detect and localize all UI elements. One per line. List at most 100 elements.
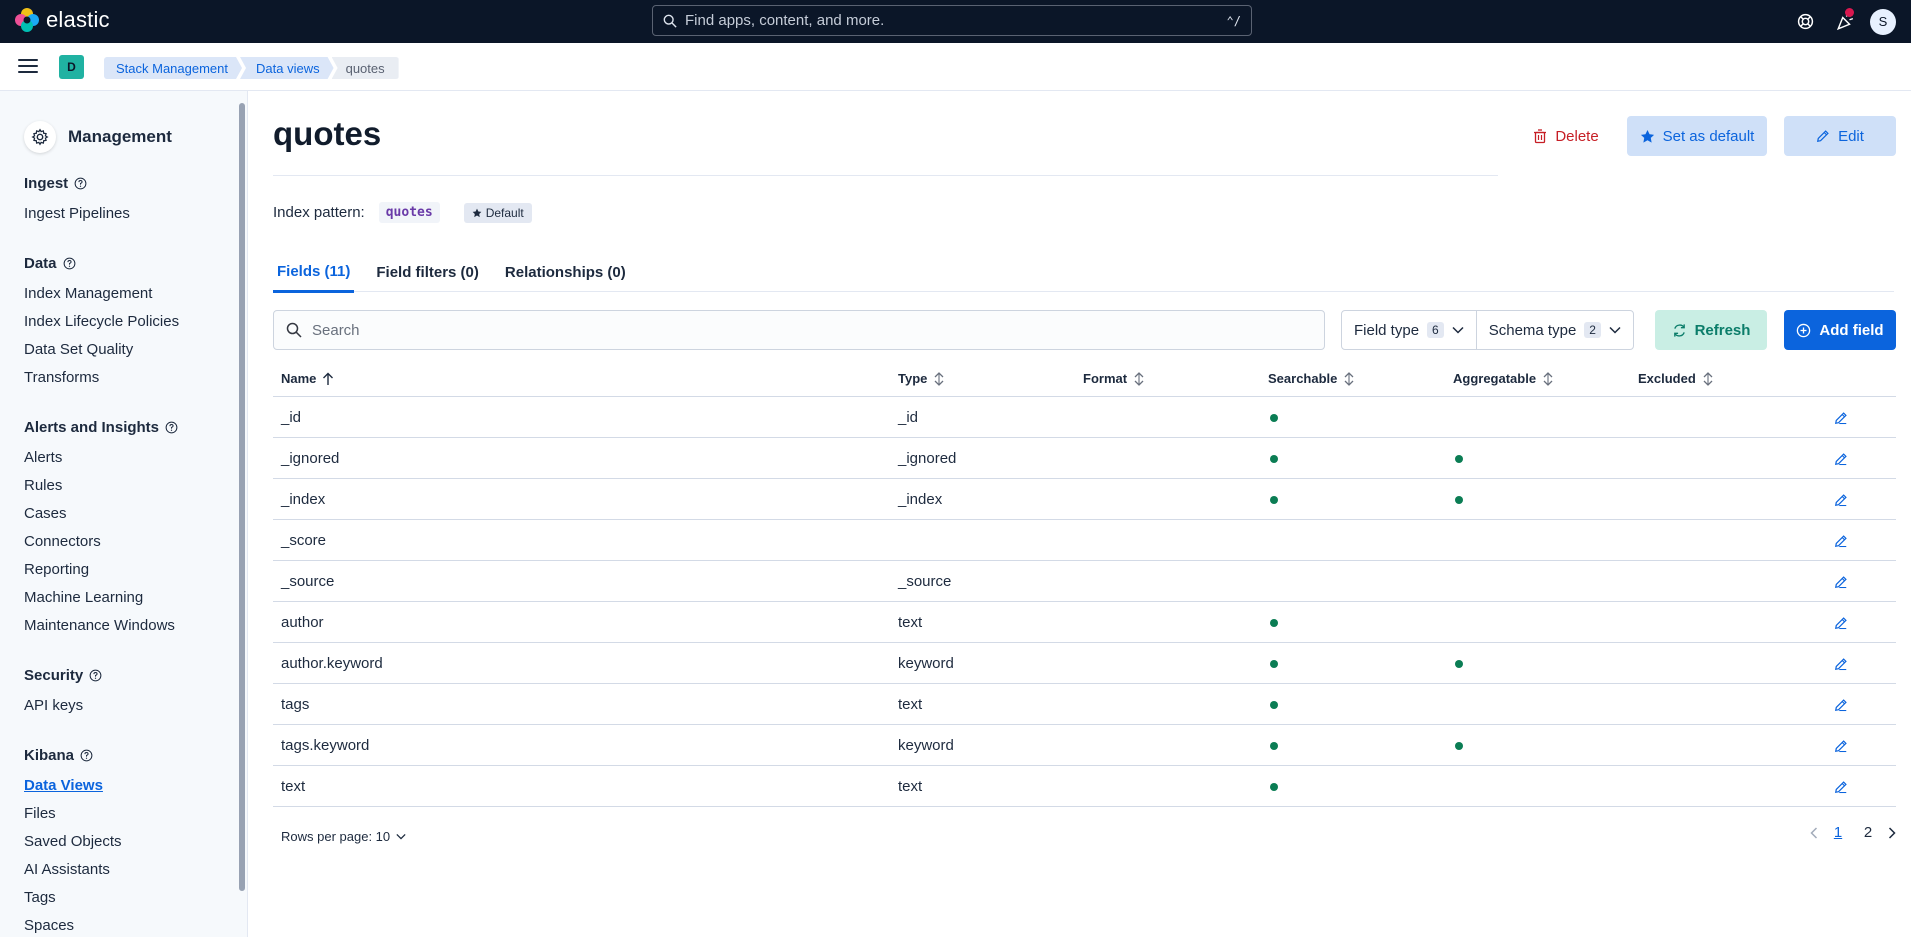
schema-type-filter[interactable]: Schema type 2 <box>1475 311 1633 349</box>
sidebar-item-transforms[interactable]: Transforms <box>24 369 99 386</box>
sortable-icon <box>1344 371 1354 386</box>
sidebar-item-connectors[interactable]: Connectors <box>24 533 101 550</box>
column-header-excluded[interactable]: Excluded <box>1638 371 1714 387</box>
sortable-icon <box>1543 371 1553 386</box>
searchable-cell <box>1270 479 1278 520</box>
edit-label: Edit <box>1838 127 1864 145</box>
chevron-left-icon[interactable] <box>1810 826 1818 839</box>
breadcrumb: Stack Management Data views quotes <box>104 57 399 79</box>
edit-field-button[interactable] <box>1834 684 1848 725</box>
edit-field-button[interactable] <box>1834 561 1848 602</box>
edit-field-button[interactable] <box>1834 520 1848 561</box>
question-icon[interactable] <box>74 177 87 190</box>
field-search[interactable] <box>273 310 1325 350</box>
tab-fields[interactable]: Fields (11) <box>273 252 355 293</box>
pencil-icon <box>1834 616 1847 629</box>
sidebar-item-spaces[interactable]: Spaces <box>24 917 74 934</box>
field-type-filter[interactable]: Field type 6 <box>1342 311 1476 349</box>
sidebar-title: Management <box>68 127 172 146</box>
tab-field-filters[interactable]: Field filters (0) <box>372 252 483 292</box>
pencil-icon <box>1834 411 1847 424</box>
edit-field-button[interactable] <box>1834 643 1848 684</box>
tab-relationships[interactable]: Relationships (0) <box>501 252 630 292</box>
chevron-right-icon[interactable] <box>1888 826 1896 839</box>
sidebar-item-reporting[interactable]: Reporting <box>24 561 89 578</box>
filter-group: Field type 6 Schema type 2 <box>1341 310 1634 350</box>
index-pattern-row: Index pattern: quotes Default <box>273 202 532 223</box>
refresh-button[interactable]: Refresh <box>1655 310 1767 350</box>
table-row: _id _id <box>273 397 1896 438</box>
edit-field-button[interactable] <box>1834 438 1848 479</box>
sidebar-item-ingest-pipelines[interactable]: Ingest Pipelines <box>24 205 130 222</box>
schema-type-label: Schema type <box>1488 321 1577 339</box>
sidebar-item-index-management[interactable]: Index Management <box>24 285 152 302</box>
edit-field-button[interactable] <box>1834 725 1848 766</box>
column-header-format[interactable]: Format <box>1083 371 1145 387</box>
question-icon[interactable] <box>80 749 93 762</box>
space-selector[interactable]: D <box>59 55 84 79</box>
page-1-button[interactable]: 1 <box>1828 824 1848 841</box>
user-menu-button[interactable]: S <box>1865 0 1911 43</box>
edit-field-button[interactable] <box>1834 602 1848 643</box>
sidebar-item-data-set-quality[interactable]: Data Set Quality <box>24 341 133 358</box>
edit-field-button[interactable] <box>1834 397 1848 438</box>
rows-per-page-selector[interactable]: Rows per page: 10 <box>281 829 406 844</box>
global-search[interactable]: ⌃/ <box>652 5 1252 36</box>
sidebar-item-data-views[interactable]: Data Views <box>24 777 103 794</box>
check-dot-icon <box>1270 495 1278 504</box>
sidebar-item-cases[interactable]: Cases <box>24 505 67 522</box>
rows-per-page-label: Rows per page: 10 <box>281 829 391 844</box>
breadcrumb-stack-management[interactable]: Stack Management <box>104 57 242 79</box>
table-row: _ignored _ignored <box>273 438 1896 479</box>
check-dot-icon <box>1455 659 1463 668</box>
question-icon[interactable] <box>63 257 76 270</box>
schema-type-count: 2 <box>1584 322 1601 338</box>
column-header-type[interactable]: Type <box>898 371 945 387</box>
edit-field-button[interactable] <box>1834 479 1848 520</box>
sidebar-scrollbar[interactable] <box>239 103 245 891</box>
set-default-button[interactable]: Set as default <box>1627 116 1767 156</box>
sidebar-item-files[interactable]: Files <box>24 805 56 822</box>
check-dot-icon <box>1270 454 1278 463</box>
check-dot-icon <box>1270 618 1278 627</box>
page-title: quotes <box>273 115 382 152</box>
elastic-logo-icon <box>15 8 39 32</box>
sidebar-item-maintenance-windows[interactable]: Maintenance Windows <box>24 617 175 634</box>
table-row: _source _source <box>273 561 1896 602</box>
sidebar-item-alerts[interactable]: Alerts <box>24 449 62 466</box>
column-header-name[interactable]: Name <box>281 371 334 386</box>
news-feed-button[interactable] <box>1825 0 1865 43</box>
sidebar-item-index-lifecycle-policies[interactable]: Index Lifecycle Policies <box>24 313 179 330</box>
management-header: Management <box>24 121 172 153</box>
sidebar-item-ai-assistants[interactable]: AI Assistants <box>24 861 110 878</box>
add-field-button[interactable]: Add field <box>1784 310 1896 350</box>
edit-button[interactable]: Edit <box>1784 116 1896 156</box>
column-label: Name <box>281 371 317 386</box>
help-menu-button[interactable] <box>1785 0 1825 43</box>
question-icon[interactable] <box>89 669 102 682</box>
nav-group-alerts-insights: Alerts and Insights <box>24 419 178 436</box>
check-dot-icon <box>1270 413 1278 422</box>
page-2-button[interactable]: 2 <box>1858 824 1878 841</box>
default-badge-label: Default <box>485 205 524 220</box>
global-search-input[interactable] <box>685 12 1219 29</box>
menu-toggle-button[interactable] <box>18 59 38 75</box>
breadcrumb-data-views[interactable]: Data views <box>240 57 334 79</box>
edit-field-button[interactable] <box>1834 766 1848 807</box>
question-icon[interactable] <box>165 421 178 434</box>
sidebar-item-api-keys[interactable]: API keys <box>24 697 83 714</box>
field-type-count: 6 <box>1427 322 1444 338</box>
field-name-cell: author.keyword <box>281 655 383 672</box>
sidebar-item-saved-objects[interactable]: Saved Objects <box>24 833 122 850</box>
column-header-aggregatable[interactable]: Aggregatable <box>1453 371 1554 387</box>
elastic-logo[interactable]: elastic <box>14 7 110 33</box>
field-type-cell: text <box>898 778 923 795</box>
field-search-input[interactable] <box>312 321 1312 339</box>
delete-button[interactable]: Delete <box>1525 116 1607 156</box>
pencil-icon <box>1834 493 1847 506</box>
sidebar-item-tags[interactable]: Tags <box>24 889 56 906</box>
column-header-searchable[interactable]: Searchable <box>1268 371 1355 387</box>
sidebar-item-machine-learning[interactable]: Machine Learning <box>24 589 143 606</box>
check-dot-icon <box>1455 741 1463 750</box>
sidebar-item-rules[interactable]: Rules <box>24 477 62 494</box>
